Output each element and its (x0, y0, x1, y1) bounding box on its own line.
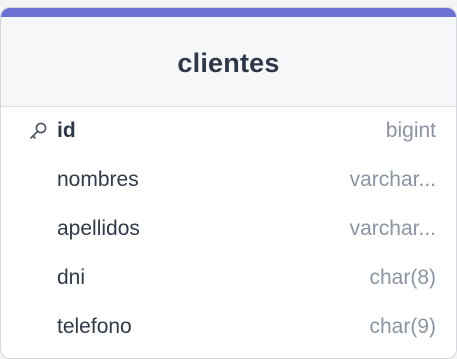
column-list: id bigint nombres varchar... apellidos v… (1, 106, 456, 351)
table-title: clientes (177, 48, 280, 78)
column-row-nombres[interactable]: nombres varchar... (1, 155, 456, 204)
column-type: bigint (385, 118, 436, 142)
column-type: char(9) (369, 314, 436, 338)
column-row-telefono[interactable]: telefono char(9) (1, 302, 456, 351)
column-name: nombres (57, 167, 139, 191)
table-accent-bar (1, 8, 456, 17)
column-name: apellidos (57, 216, 140, 240)
column-name: telefono (57, 314, 132, 338)
column-row-id[interactable]: id bigint (1, 106, 456, 155)
column-row-apellidos[interactable]: apellidos varchar... (1, 204, 456, 253)
column-type: varchar... (349, 216, 436, 240)
column-name: dni (57, 265, 86, 289)
table-node-clientes[interactable]: clientes id bigint nombres varchar... ap… (0, 7, 457, 359)
column-name: id (57, 118, 76, 142)
column-type: char(8) (369, 265, 436, 289)
key-icon (27, 120, 49, 142)
table-header[interactable]: clientes (1, 17, 456, 107)
column-row-dni[interactable]: dni char(8) (1, 253, 456, 302)
column-type: varchar... (349, 167, 436, 191)
